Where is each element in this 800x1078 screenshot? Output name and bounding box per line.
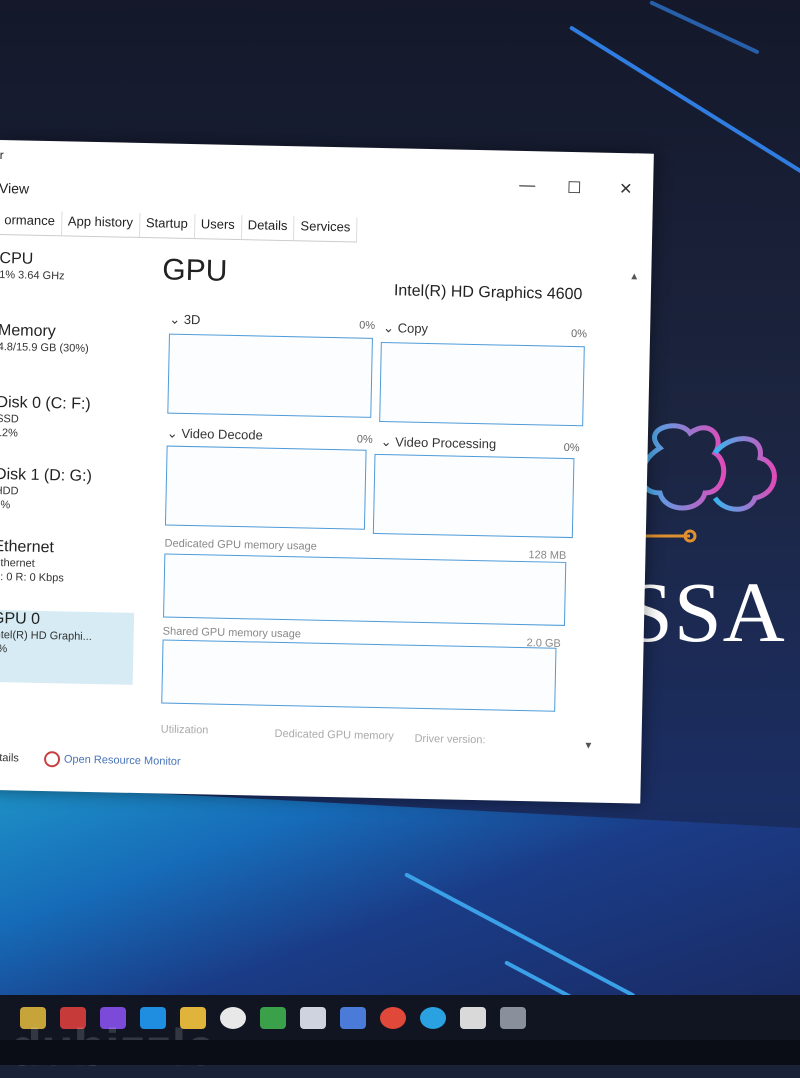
app-icon[interactable] (220, 1006, 246, 1029)
sidebar-item-detail: 1% 3.64 GHz (0, 269, 65, 283)
stat-driver-version: Driver version: (414, 732, 486, 747)
tab-app-history[interactable]: App history (61, 211, 141, 237)
gpu-model: Intel(R) HD Graphics 4600 (393, 282, 583, 304)
open-resource-monitor-label: Open Resource Monitor (63, 753, 181, 768)
settings-icon[interactable] (460, 1006, 486, 1029)
footer: details Open Resource Monitor (0, 750, 181, 770)
sidebar-item-disk0[interactable]: Disk 0 (C: F:) SSD 12% (0, 394, 139, 469)
bottom-edge (0, 1040, 800, 1065)
shared-memory-graph (161, 639, 557, 712)
graph-pct-video-decode: 0% (356, 433, 373, 446)
dedicated-memory-graph (163, 553, 567, 626)
resource-monitor-icon (43, 751, 61, 768)
chrome-icon[interactable] (380, 1006, 406, 1029)
close-icon[interactable]: ✕ (619, 179, 633, 199)
sidebar-item-value: S: 0 R: 0 Kbps (0, 570, 64, 585)
stat-dedicated-memory: Dedicated GPU memory (274, 727, 394, 743)
fewer-details-link[interactable]: details (0, 752, 19, 765)
sidebar-item-detail: Intel(R) HD Graphi... (0, 628, 92, 644)
dedicated-memory-max: 128 MB (528, 549, 567, 562)
page-title: GPU (161, 253, 228, 288)
tab-services[interactable]: Services (294, 216, 358, 242)
sidebar-item-memory[interactable]: Memory 4.8/15.9 GB (30%) (0, 322, 140, 397)
stat-utilization: Utilization (160, 723, 209, 737)
sidebar-item-value: 0% (0, 642, 8, 656)
tab-startup[interactable]: Startup (139, 212, 196, 239)
scroll-up-icon[interactable]: ▲ (629, 271, 639, 282)
graph-label-3d[interactable]: ⌄ 3D (169, 312, 200, 329)
wallpaper-band (0, 785, 800, 1000)
sidebar: CPU 1% 3.64 GHz Memory 4.8/15.9 GB (30%)… (0, 250, 142, 685)
sidebar-item-name: Disk 1 (D: G:) (0, 465, 93, 485)
tab-users[interactable]: Users (194, 214, 242, 240)
graph-copy (379, 342, 585, 427)
graph-label-text: Copy (397, 320, 429, 337)
sidebar-item-value: 12% (0, 426, 19, 440)
task-manager-window: r View — ☐ ✕ ormance App history Startup… (0, 140, 654, 804)
graph-label-copy[interactable]: ⌄ Copy (383, 320, 428, 337)
graph-video-processing (372, 453, 575, 539)
window-title: r (0, 147, 4, 163)
graph-pct-3d: 0% (359, 319, 376, 332)
graph-label-video-processing[interactable]: ⌄ Video Processing (381, 434, 497, 452)
sidebar-item-disk1[interactable]: Disk 1 (D: G:) HDD 0% (0, 466, 137, 541)
gpu-panel: GPU Intel(R) HD Graphics 4600 ⌄ 3D 0% ⌄ … (161, 253, 603, 746)
decorative-streak (649, 0, 760, 55)
sidebar-item-ethernet[interactable]: Ethernet Ethernet S: 0 R: 0 Kbps (0, 538, 136, 613)
tab-performance[interactable]: ormance (0, 209, 63, 236)
maximize-icon[interactable]: ☐ (567, 178, 582, 198)
minimize-icon[interactable]: — (519, 177, 535, 195)
graph-label-text: Video Processing (395, 434, 497, 452)
telegram-icon[interactable] (420, 1006, 446, 1029)
graph-label-text: Video Decode (181, 425, 263, 443)
sidebar-item-value: 0% (0, 498, 11, 512)
tab-details[interactable]: Details (241, 215, 295, 241)
mail-icon[interactable] (340, 1006, 366, 1029)
dedicated-memory-label: Dedicated GPU memory usage (164, 537, 317, 553)
brand-text: SSA (625, 564, 786, 660)
sidebar-item-detail: 4.8/15.9 GB (30%) (0, 340, 89, 355)
app-icon[interactable] (300, 1006, 326, 1029)
graph-label-text: 3D (183, 311, 201, 328)
graph-label-video-decode[interactable]: ⌄ Video Decode (167, 426, 263, 444)
sidebar-item-gpu0[interactable]: GPU 0 Intel(R) HD Graphi... 0% (0, 609, 135, 685)
task-manager-icon[interactable] (500, 1006, 526, 1029)
open-resource-monitor-link[interactable]: Open Resource Monitor (43, 751, 181, 768)
graph-3d (167, 333, 373, 418)
graph-pct-video-processing: 0% (563, 441, 580, 455)
shared-memory-label: Shared GPU memory usage (162, 625, 302, 641)
sidebar-item-cpu[interactable]: CPU 1% 3.64 GHz (0, 250, 142, 325)
app-icon[interactable] (260, 1006, 286, 1029)
menu-view[interactable]: View (0, 180, 29, 197)
scroll-down-icon[interactable]: ▼ (583, 740, 593, 751)
graph-video-decode (164, 445, 367, 530)
graph-pct-copy: 0% (570, 328, 588, 341)
sidebar-item-name: Disk 0 (C: F:) (0, 393, 91, 413)
tab-bar: ormance App history Startup Users Detail… (0, 209, 358, 243)
